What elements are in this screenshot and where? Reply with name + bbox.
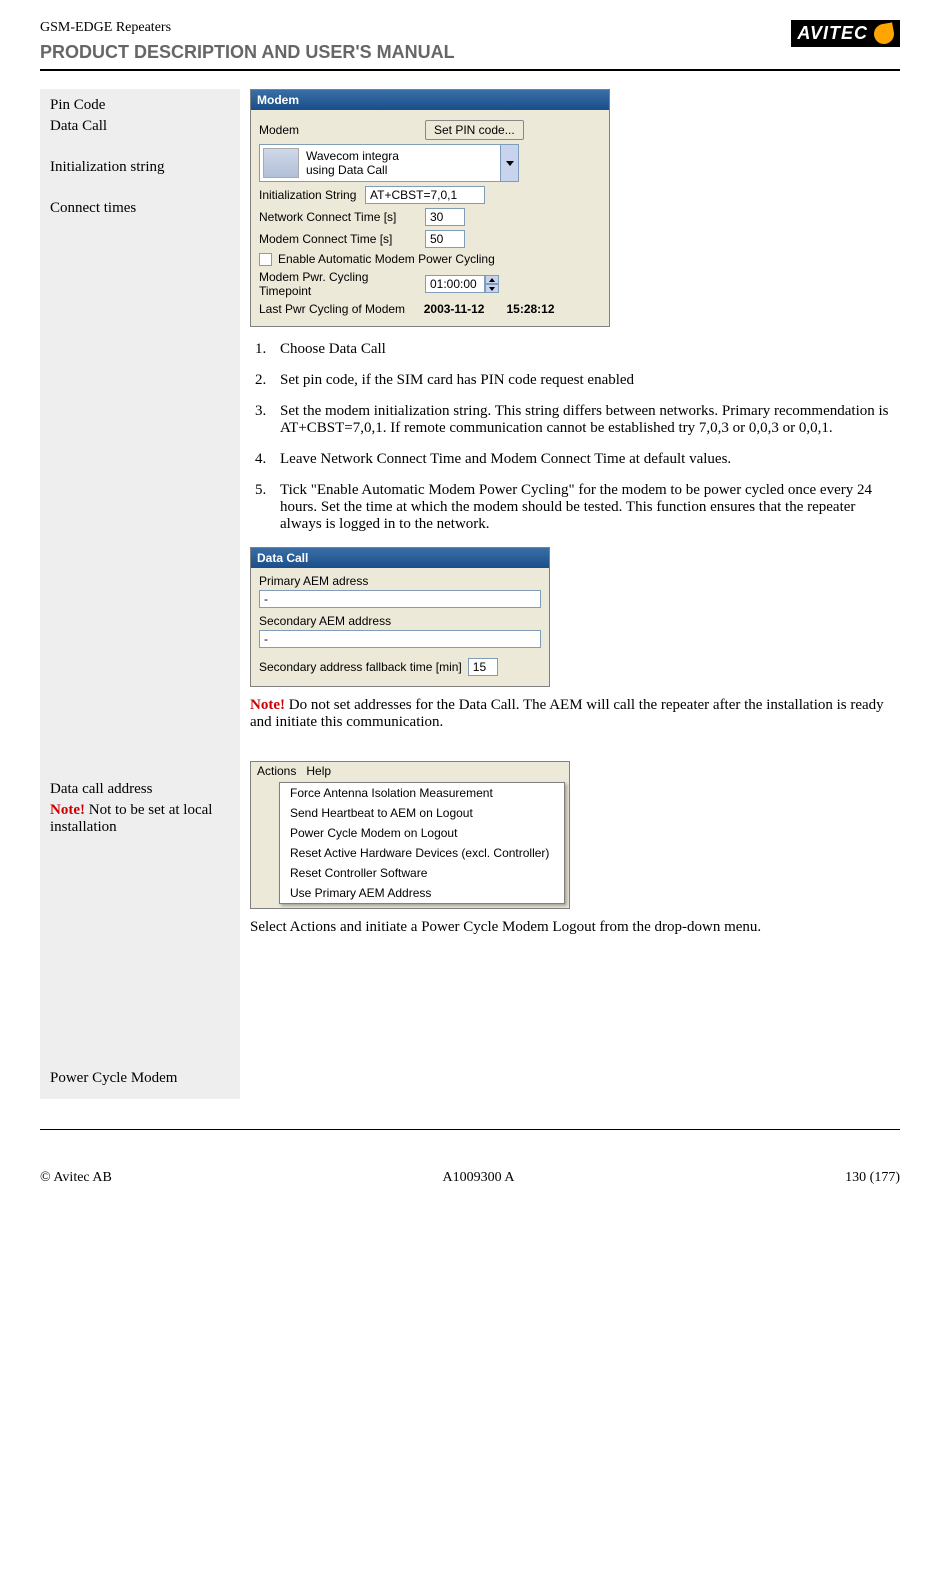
header-divider (40, 69, 900, 71)
primary-aem-input[interactable] (259, 590, 541, 608)
last-cycling-date: 2003-11-12 (424, 302, 485, 316)
init-string-input[interactable] (365, 186, 485, 204)
footer-docid: A1009300 A (443, 1170, 515, 1186)
page-header: GSM-EDGE Repeaters PRODUCT DESCRIPTION A… (40, 20, 900, 63)
product-line: GSM-EDGE Repeaters (40, 20, 455, 36)
chevron-up-icon (489, 278, 495, 282)
menu-item-reset-controller[interactable]: Reset Controller Software (280, 863, 564, 883)
spinner-down-button[interactable] (485, 284, 499, 293)
instruction-steps: Choose Data Call Set pin code, if the SI… (270, 341, 900, 533)
data-call-panel: Data Call Primary AEM adress Secondary A… (250, 547, 550, 687)
dropdown-arrow-button[interactable] (500, 145, 518, 181)
menu-item-power-cycle-logout[interactable]: Power Cycle Modem on Logout (280, 823, 564, 843)
data-call-panel-title: Data Call (251, 548, 549, 568)
footer-page-number: 130 (177) (845, 1170, 900, 1186)
step-2: Set pin code, if the SIM card has PIN co… (270, 372, 900, 389)
chevron-down-icon (489, 287, 495, 291)
enable-cycling-checkbox[interactable] (259, 253, 272, 266)
menu-item-use-primary-aem[interactable]: Use Primary AEM Address (280, 883, 564, 903)
step-1: Choose Data Call (270, 341, 900, 358)
modem-device-line2: using Data Call (306, 163, 496, 177)
spinner-up-button[interactable] (485, 275, 499, 284)
main-grid: Pin Code Data Call Initialization string… (40, 89, 900, 1099)
note-local-install: Note! Not to be set at local installatio… (50, 802, 230, 836)
modem-device-line1: Wavecom integra (306, 149, 496, 163)
closing-instruction: Select Actions and initiate a Power Cycl… (250, 919, 900, 936)
fallback-time-input[interactable] (468, 658, 498, 676)
actions-dropdown: Force Antenna Isolation Measurement Send… (279, 782, 565, 904)
subtitle: PRODUCT DESCRIPTION AND USER'S MANUAL (40, 42, 455, 63)
enable-cycling-label: Enable Automatic Modem Power Cycling (278, 252, 495, 266)
step-4: Leave Network Connect Time and Modem Con… (270, 451, 900, 468)
logo: AVITEC (791, 20, 900, 47)
modem-connect-time-input[interactable] (425, 230, 465, 248)
last-cycling-time: 15:28:12 (506, 302, 554, 316)
label-data-call: Data Call (50, 118, 230, 135)
primary-aem-label: Primary AEM adress (259, 574, 541, 588)
menu-bar: Actions Help (251, 762, 569, 780)
net-connect-time-input[interactable] (425, 208, 465, 226)
modem-panel: Modem Modem Set PIN code... Wavecom inte… (250, 89, 610, 327)
modem-label: Modem (259, 123, 419, 137)
label-power-cycle-modem: Power Cycle Modem (50, 1070, 230, 1087)
note-do-not-set: Note! Do not set addresses for the Data … (250, 697, 900, 731)
cycling-timepoint-label: Modem Pwr. Cycling Timepoint (259, 270, 419, 298)
init-string-label: Initialization String (259, 188, 359, 202)
secondary-aem-input[interactable] (259, 630, 541, 648)
footer-divider (40, 1129, 900, 1130)
net-connect-time-label: Network Connect Time [s] (259, 210, 419, 224)
modem-connect-time-label: Modem Connect Time [s] (259, 232, 419, 246)
logo-text: AVITEC (797, 23, 868, 44)
actions-menu-panel: Actions Help Force Antenna Isolation Mea… (250, 761, 570, 909)
fallback-time-label: Secondary address fallback time [min] (259, 660, 462, 674)
content-column: Modem Modem Set PIN code... Wavecom inte… (240, 89, 900, 1099)
page-footer: © Avitec AB A1009300 A 130 (177) (40, 1170, 900, 1186)
footer-copyright: © Avitec AB (40, 1170, 112, 1186)
menu-help[interactable]: Help (306, 764, 331, 778)
last-cycling-label: Last Pwr Cycling of Modem (259, 302, 405, 316)
logo-icon (872, 22, 895, 45)
secondary-aem-label: Secondary AEM address (259, 614, 541, 628)
chevron-down-icon (506, 161, 514, 166)
menu-actions[interactable]: Actions (257, 764, 296, 778)
label-data-call-address: Data call address (50, 781, 230, 798)
label-init-string: Initialization string (50, 159, 230, 176)
set-pin-button[interactable]: Set PIN code... (425, 120, 524, 140)
margin-labels: Pin Code Data Call Initialization string… (40, 89, 240, 1099)
menu-item-force-antenna[interactable]: Force Antenna Isolation Measurement (280, 783, 564, 803)
modem-panel-title: Modem (251, 90, 609, 110)
cycling-timepoint-input[interactable] (425, 275, 485, 293)
step-3: Set the modem initialization string. Thi… (270, 403, 900, 437)
step-5: Tick "Enable Automatic Modem Power Cycli… (270, 482, 900, 533)
menu-item-reset-hardware[interactable]: Reset Active Hardware Devices (excl. Con… (280, 843, 564, 863)
modem-device-icon (263, 148, 299, 178)
cycling-timepoint-spinner[interactable] (425, 275, 499, 293)
menu-item-send-heartbeat[interactable]: Send Heartbeat to AEM on Logout (280, 803, 564, 823)
modem-device-dropdown[interactable]: Wavecom integra using Data Call (259, 144, 519, 182)
label-pin-code: Pin Code (50, 97, 230, 114)
label-connect-times: Connect times (50, 200, 230, 217)
